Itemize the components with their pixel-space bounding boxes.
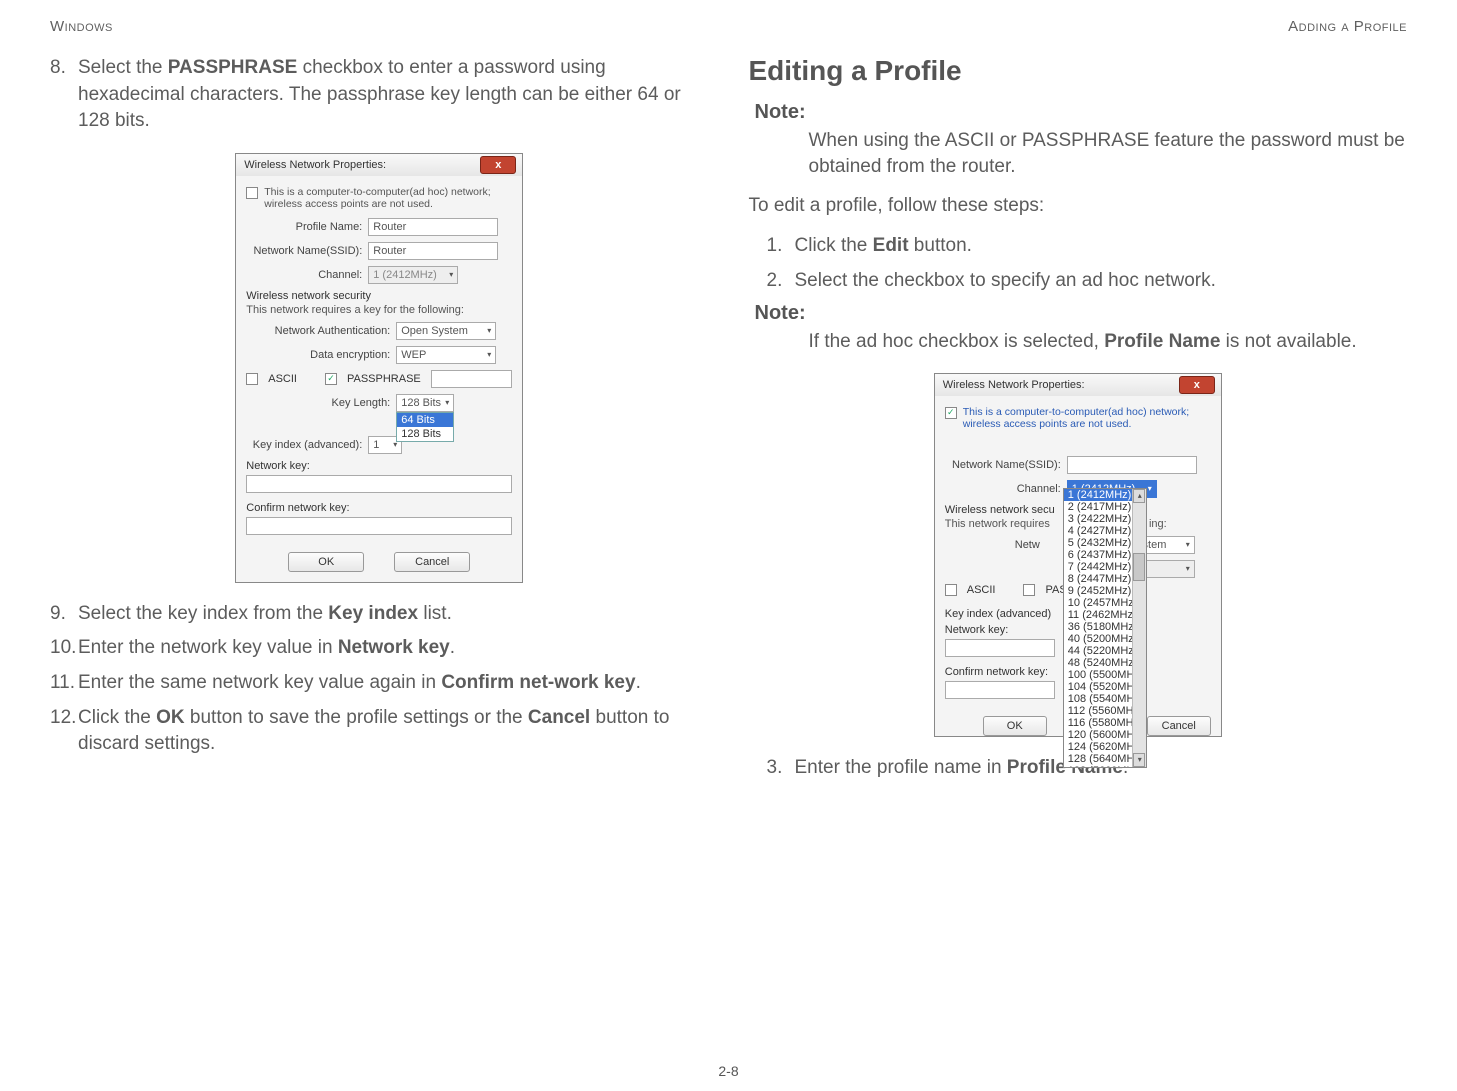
screenshot-1: Wireless Network Properties: x This is a… bbox=[50, 153, 709, 583]
ascii-label: ASCII bbox=[268, 373, 297, 385]
keylength-option[interactable]: 64 Bits bbox=[397, 413, 453, 427]
networkkey-input[interactable] bbox=[945, 639, 1055, 657]
confirmkey-label: Confirm network key: bbox=[246, 502, 512, 514]
keyindex-label: Key index (advanced): bbox=[246, 439, 368, 451]
profile-name-input[interactable]: Router bbox=[368, 218, 498, 236]
list-num: 10. bbox=[50, 635, 78, 662]
chevron-down-icon: ▾ bbox=[1186, 540, 1190, 549]
list-num: 9. bbox=[50, 601, 78, 628]
adhoc-label: This is a computer-to-computer(ad hoc) n… bbox=[264, 186, 512, 210]
ssid-label: Network Name(SSID): bbox=[246, 245, 368, 257]
wireless-properties-dialog: Wireless Network Properties: x This is a… bbox=[235, 153, 523, 583]
scrollbar[interactable]: ▴ ▾ bbox=[1132, 489, 1146, 767]
list-num: 11. bbox=[50, 670, 78, 697]
wireless-properties-dialog-2: Wireless Network Properties: x ✓ This is… bbox=[934, 373, 1222, 737]
dialog-title: Wireless Network Properties: x bbox=[935, 374, 1221, 396]
keylength-select[interactable]: 128 Bits▾ bbox=[396, 394, 454, 412]
auth-label: Network Authentication: bbox=[246, 325, 396, 337]
ssid-label: Network Name(SSID): bbox=[945, 459, 1067, 471]
close-icon[interactable]: x bbox=[1179, 376, 1215, 394]
adhoc-label: This is a computer-to-computer(ad hoc) n… bbox=[963, 406, 1211, 430]
chevron-down-icon: ▾ bbox=[487, 326, 491, 335]
list-num: 12. bbox=[50, 705, 78, 758]
list-item: 11. Enter the same network key value aga… bbox=[50, 670, 709, 697]
list-num: 2. bbox=[767, 268, 795, 295]
profile-name-label: Profile Name: bbox=[246, 221, 368, 233]
adhoc-checkbox[interactable] bbox=[246, 187, 258, 199]
passphrase-checkbox[interactable]: ✓ bbox=[325, 373, 337, 385]
auth-select[interactable]: Open System▾ bbox=[396, 322, 496, 340]
channel-label: Channel: bbox=[246, 269, 368, 281]
list-item: 1. Click the Edit button. bbox=[767, 233, 1408, 260]
keylength-dropdown[interactable]: 64 Bits 128 Bits bbox=[396, 412, 454, 442]
confirmkey-input[interactable] bbox=[945, 681, 1055, 699]
list-item: 12. Click the OK button to save the prof… bbox=[50, 705, 709, 758]
note-label: Note: bbox=[755, 302, 1408, 325]
passphrase-checkbox[interactable] bbox=[1023, 584, 1035, 596]
adhoc-checkbox-row[interactable]: This is a computer-to-computer(ad hoc) n… bbox=[246, 186, 512, 210]
cancel-button[interactable]: Cancel bbox=[394, 552, 470, 572]
ascii-checkbox[interactable] bbox=[945, 584, 957, 596]
list-num: 1. bbox=[767, 233, 795, 260]
encryption-label: Data encryption: bbox=[246, 349, 396, 361]
list-num: 3. bbox=[767, 755, 795, 782]
screenshot-2: Wireless Network Properties: x ✓ This is… bbox=[749, 373, 1408, 737]
confirmkey-input[interactable] bbox=[246, 517, 512, 535]
channel-select: 1 (2412MHz)▾ bbox=[368, 266, 458, 284]
scroll-thumb[interactable] bbox=[1133, 553, 1145, 581]
dialog-title: Wireless Network Properties: x bbox=[236, 154, 522, 176]
chevron-down-icon: ▾ bbox=[1186, 564, 1190, 573]
list-item: 9. Select the key index from the Key ind… bbox=[50, 601, 709, 628]
list-item: 2. Select the checkbox to specify an ad … bbox=[767, 268, 1408, 295]
list-item: 10. Enter the network key value in Netwo… bbox=[50, 635, 709, 662]
networkkey-label: Network key: bbox=[246, 460, 512, 472]
note-body: If the ad hoc checkbox is selected, Prof… bbox=[809, 329, 1408, 355]
section-heading: Editing a Profile bbox=[749, 55, 1408, 87]
adhoc-checkbox[interactable]: ✓ bbox=[945, 407, 957, 419]
encryption-select[interactable]: WEP▾ bbox=[396, 346, 496, 364]
security-heading: Wireless network security bbox=[246, 290, 512, 302]
ascii-checkbox[interactable] bbox=[246, 373, 258, 385]
chevron-down-icon: ▾ bbox=[445, 398, 449, 407]
close-icon[interactable]: x bbox=[480, 156, 516, 174]
ssid-input[interactable] bbox=[1067, 456, 1197, 474]
cancel-button[interactable]: Cancel bbox=[1147, 716, 1211, 736]
page-number: 2-8 bbox=[0, 1063, 1457, 1079]
intro-text: To edit a profile, follow these steps: bbox=[749, 193, 1408, 219]
ascii-label: ASCII bbox=[967, 584, 996, 596]
channel-dropdown[interactable]: 1 (2412MHz) 2 (2417MHz) 3 (2422MHz) 4 (2… bbox=[1063, 488, 1147, 768]
ok-button[interactable]: OK bbox=[983, 716, 1047, 736]
chevron-down-icon: ▾ bbox=[487, 350, 491, 359]
passphrase-label: PASSPHRASE bbox=[347, 373, 421, 385]
ssid-input[interactable]: Router bbox=[368, 242, 498, 260]
chevron-down-icon: ▾ bbox=[1148, 484, 1152, 493]
header-right: Adding a Profile bbox=[1288, 18, 1407, 35]
list-item: 8. Select the PASSPHRASE checkbox to ent… bbox=[50, 55, 709, 135]
scroll-up-icon[interactable]: ▴ bbox=[1133, 489, 1145, 503]
keylength-option[interactable]: 128 Bits bbox=[397, 427, 453, 441]
note-body: When using the ASCII or PASSPHRASE featu… bbox=[809, 128, 1408, 179]
keylength-label: Key Length: bbox=[246, 397, 396, 409]
channel-label: Channel: bbox=[945, 483, 1067, 495]
chevron-down-icon: ▾ bbox=[449, 270, 453, 279]
security-subtext: This network requires a key for the foll… bbox=[246, 304, 512, 316]
networkkey-input[interactable] bbox=[246, 475, 512, 493]
ok-button[interactable]: OK bbox=[288, 552, 364, 572]
passphrase-input[interactable] bbox=[431, 370, 512, 388]
adhoc-checkbox-row[interactable]: ✓ This is a computer-to-computer(ad hoc)… bbox=[945, 406, 1211, 430]
note-label: Note: bbox=[755, 101, 1408, 124]
scroll-down-icon[interactable]: ▾ bbox=[1133, 753, 1145, 767]
header-left: Windows bbox=[50, 18, 113, 35]
list-num: 8. bbox=[50, 55, 78, 135]
